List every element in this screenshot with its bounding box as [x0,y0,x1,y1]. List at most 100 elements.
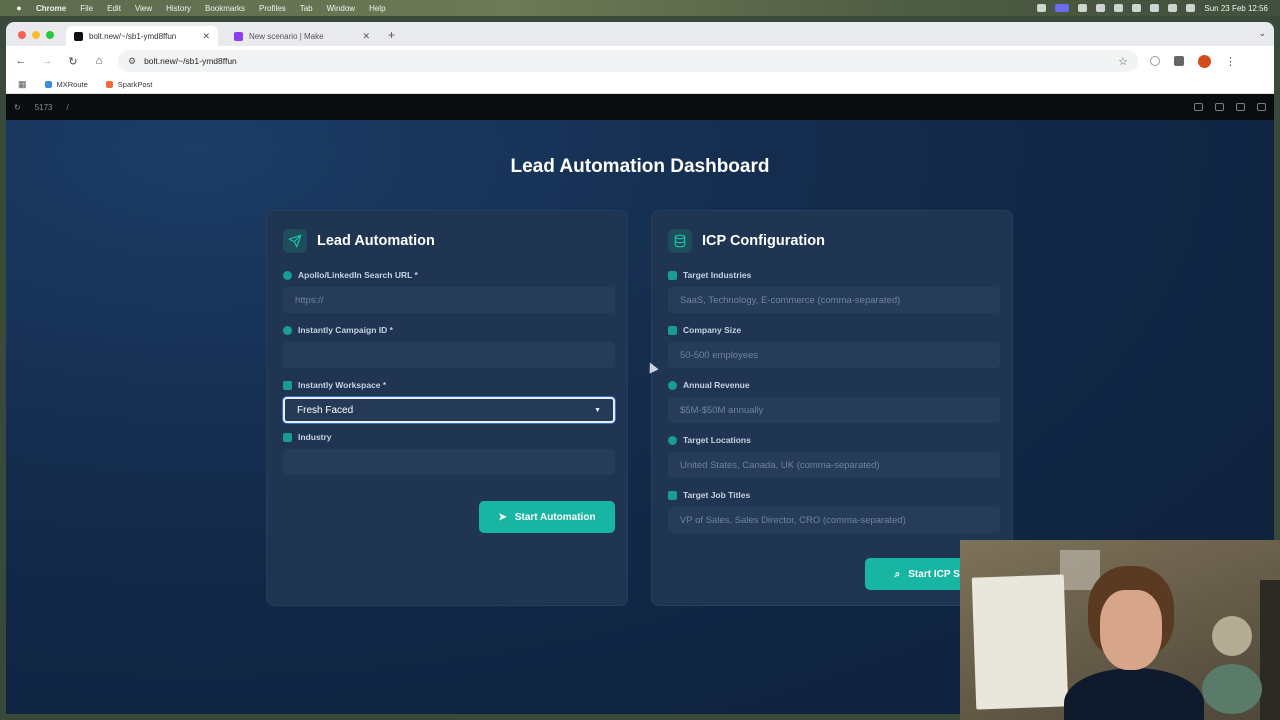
menu-profiles[interactable]: Profiles [259,4,286,13]
menu-window[interactable]: Window [327,4,355,13]
field-label-text: Company Size [683,325,742,335]
new-tab-button[interactable]: + [388,28,395,42]
preview-port[interactable]: 5173 [35,103,53,112]
bookmark-label: SparkPost [117,80,153,89]
close-tab-icon[interactable]: ✕ [362,31,370,42]
menu-kebab-icon[interactable]: ⋮ [1225,55,1236,68]
field-label-text: Target Job Titles [683,490,751,500]
industry-field: Industry [283,431,615,475]
close-tab-icon[interactable]: ✕ [202,31,210,42]
tab-bolt[interactable]: bolt.new/~/sb1-ymd8ffun ✕ [66,26,218,46]
preview-path[interactable]: / [67,103,69,112]
reload-icon[interactable]: ↻ [66,55,80,68]
status-icon[interactable] [1078,4,1088,12]
status-icon[interactable] [1096,4,1106,12]
apps-grid-icon[interactable]: ▦ [18,79,27,90]
home-icon[interactable]: ⌂ [92,55,106,67]
field-label: Instantly Workspace * [283,379,615,391]
menu-help[interactable]: Help [369,4,385,13]
menu-view[interactable]: View [135,4,152,13]
search-icon[interactable] [1168,4,1178,12]
bookmark-star-icon[interactable]: ☆ [1118,55,1128,68]
menu-app-name[interactable]: Chrome [36,4,66,13]
field-label: Industry [283,431,615,443]
screen-record-icon[interactable] [1055,4,1070,12]
tab-make[interactable]: New scenario | Make ✕ [226,26,378,46]
tab-title: bolt.new/~/sb1-ymd8ffun [89,31,177,41]
toolbar-right: ⋮ [1150,54,1236,68]
field-label-text: Target Industries [683,270,752,280]
make-favicon-icon [234,31,243,41]
address-bar[interactable]: ⚙ bolt.new/~/sb1-ymd8ffun ☆ [118,50,1138,72]
search-url-field: Apollo/LinkedIn Search URL * https:// [283,269,615,313]
site-info-icon[interactable]: ⚙ [128,56,136,67]
bookmark-mxroute[interactable]: MXRoute [44,80,88,89]
preview-settings-icon[interactable] [1236,103,1245,111]
field-label: Instantly Campaign ID * [283,324,615,336]
workspace-field: Instantly Workspace * Fresh Faced ▼ [283,379,615,423]
start-automation-button[interactable]: ➤ Start Automation [479,501,615,533]
target-icon [283,325,292,335]
menu-file[interactable]: File [80,4,93,13]
target-job-titles-input[interactable]: VP of Sales, Sales Director, CRO (comma-… [668,507,1000,533]
search-url-input[interactable]: https:// [283,287,615,313]
back-icon[interactable]: ← [14,55,28,67]
bookmarks-bar: ▦ MXRoute SparkPost [6,76,1274,94]
menu-bookmarks[interactable]: Bookmarks [205,4,245,13]
preview-reload-icon[interactable]: ↻ [14,103,21,112]
annual-revenue-field: Annual Revenue $5M-$50M annually [668,379,1000,423]
briefcase-icon [668,490,677,500]
preview-toolbar: ↻ 5173 / [6,94,1274,120]
status-icon[interactable] [1114,4,1124,12]
field-label-text: Instantly Campaign ID * [298,325,393,335]
field-label-text: Instantly Workspace * [298,380,387,390]
apple-icon[interactable]: ● [12,3,26,13]
extension-icon[interactable] [1150,56,1160,66]
menu-edit[interactable]: Edit [107,4,121,13]
forward-icon[interactable]: → [40,55,54,67]
close-window-button[interactable] [18,31,26,39]
tab-strip: bolt.new/~/sb1-ymd8ffun ✕ New scenario |… [6,22,1274,46]
card-header: Lead Automation [283,229,435,253]
webcam-overlay [960,540,1280,720]
menu-history[interactable]: History [166,4,191,13]
globe [1202,664,1262,714]
target-locations-input[interactable]: United States, Canada, UK (comma-separat… [668,452,1000,478]
fullscreen-icon[interactable] [1257,103,1266,111]
field-label: Target Industries [668,269,1000,281]
control-center-icon[interactable] [1186,4,1196,12]
wifi-icon[interactable] [1150,4,1160,12]
open-in-new-tab-icon[interactable] [1194,103,1203,111]
profile-avatar-icon[interactable] [1198,54,1211,68]
url-text[interactable]: bolt.new/~/sb1-ymd8ffun [144,56,237,66]
workspace-select[interactable]: Fresh Faced ▼ [283,397,615,423]
bookmark-sparkpost[interactable]: SparkPost [105,80,153,89]
chevron-down-icon: ▼ [594,406,601,414]
menubar-clock[interactable]: Sun 23 Feb 12:56 [1204,4,1268,13]
extensions-puzzle-icon[interactable] [1174,56,1184,66]
company-size-input[interactable]: 50-500 employees [668,342,1000,368]
icp-configuration-card: ICP Configuration Target Industries SaaS… [651,210,1013,606]
field-label-text: Annual Revenue [683,380,750,390]
sparkpost-favicon-icon [105,81,113,88]
target-industries-input[interactable]: SaaS, Technology, E-commerce (comma-sepa… [668,287,1000,313]
target-locations-field: Target Locations United States, Canada, … [668,434,1000,478]
zoom-window-button[interactable] [46,31,54,39]
annual-revenue-input[interactable]: $5M-$50M annually [668,397,1000,423]
bookmark-label: MXRoute [56,80,88,89]
users-icon [668,325,677,335]
menu-tab[interactable]: Tab [300,4,313,13]
device-preview-icon[interactable] [1215,103,1224,111]
campaign-id-input[interactable] [283,342,615,368]
status-icon[interactable] [1037,4,1047,12]
industry-input[interactable] [283,449,615,475]
field-label: Target Locations [668,434,1000,446]
battery-icon[interactable] [1132,4,1142,12]
tab-search-icon[interactable]: ⌄ [1258,28,1266,39]
company-size-field: Company Size 50-500 employees [668,324,1000,368]
workspace-selected-value: Fresh Faced [297,404,354,416]
users-icon [283,380,292,390]
send-icon [283,229,307,253]
presenter-body [1064,668,1204,720]
minimize-window-button[interactable] [32,31,40,39]
